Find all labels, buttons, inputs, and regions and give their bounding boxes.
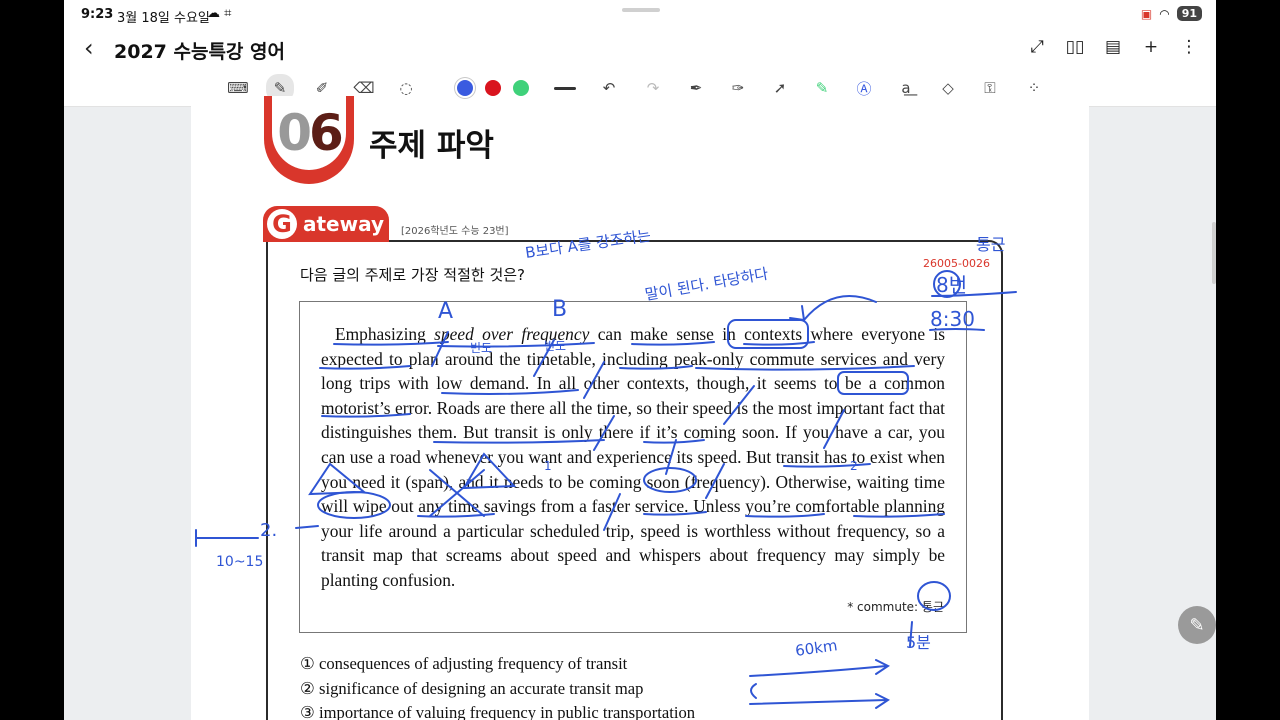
dashed-pen-icon[interactable]: ✑ bbox=[726, 76, 750, 100]
app-header: ‹ 2027 수능특강 영어 ⤢ ▯▯ ▤ + ⋮ bbox=[64, 30, 1216, 70]
book-view-icon[interactable]: ▯▯ bbox=[1066, 36, 1085, 58]
question-source: [2026학년도 수능 23번] bbox=[401, 226, 509, 237]
pen-settings-icon[interactable]: ✒ bbox=[684, 76, 708, 100]
wifi-icon: ◠ bbox=[1159, 6, 1170, 21]
status-right: ▣ ◠ 91 bbox=[1141, 6, 1202, 21]
page-settings-icon[interactable]: ▤ bbox=[1104, 36, 1122, 58]
status-bar: 9:23 3월 18일 수요일 ☁ ⌗ ▣ ◠ 91 bbox=[64, 0, 1216, 30]
multitask-grabber[interactable] bbox=[622, 8, 660, 12]
ipad-screen: 9:23 3월 18일 수요일 ☁ ⌗ ▣ ◠ 91 ‹ 2027 수능특강 영… bbox=[64, 0, 1216, 720]
passage-text: Emphasizing speed over frequency can mak… bbox=[321, 324, 945, 590]
document-title: 2027 수능특강 영어 bbox=[114, 41, 285, 63]
choice-2: ② significance of designing an accurate … bbox=[300, 678, 644, 698]
battery-badge: 91 bbox=[1176, 6, 1202, 21]
status-date: 3월 18일 수요일 bbox=[117, 11, 210, 26]
side-scroll-handle[interactable] bbox=[1212, 222, 1216, 284]
more-options-icon[interactable]: ⋮ bbox=[1180, 36, 1198, 58]
highlighter-green-icon[interactable]: ✎ bbox=[810, 76, 834, 100]
edit-pencil-icon[interactable]: ✎ bbox=[1178, 606, 1216, 644]
undo-icon[interactable]: ↶ bbox=[597, 76, 621, 100]
redo-icon[interactable]: ↷ bbox=[641, 76, 665, 100]
pen-color-blue[interactable] bbox=[457, 80, 473, 96]
question-prompt: 다음 글의 주제로 가장 적절한 것은? bbox=[300, 266, 526, 284]
footnote: * commute: 통근 bbox=[847, 600, 944, 614]
section-number: 06 bbox=[272, 96, 346, 170]
gateway-tab: G ateway bbox=[263, 206, 389, 242]
text-box-icon[interactable]: a͟ bbox=[894, 76, 918, 100]
pen-color-green[interactable] bbox=[513, 80, 529, 96]
drawing-toolbar: ⌨ ✎ ✐ ⌫ ◌ ↶ ↷ ✒ ✑ ➚ ✎ Ⓐ a͟ ◇ ⚿ ⁘ bbox=[64, 70, 1216, 107]
cloud-icon: ☁ ⌗ bbox=[207, 6, 232, 21]
text-style-icon[interactable]: Ⓐ bbox=[852, 76, 876, 100]
lock-icon[interactable]: ⚿ bbox=[978, 76, 1002, 100]
lasso-tool-icon[interactable]: ◌ bbox=[394, 76, 418, 100]
more-tools-icon[interactable]: ⁘ bbox=[1022, 76, 1046, 100]
gateway-letter: G bbox=[267, 209, 297, 239]
status-time: 9:23 bbox=[81, 7, 114, 22]
expand-icon[interactable]: ⤢ bbox=[1028, 36, 1046, 58]
section-number-badge: 06 bbox=[264, 96, 354, 184]
shapes-icon[interactable]: ◇ bbox=[936, 76, 960, 100]
header-actions: ⤢ ▯▯ ▤ + ⋮ bbox=[1028, 36, 1198, 58]
choice-1: ① consequences of adjusting frequency of… bbox=[300, 654, 628, 673]
pen-color-red[interactable] bbox=[485, 80, 501, 96]
add-page-icon[interactable]: + bbox=[1142, 36, 1160, 58]
screen-mirror-icon: ▣ bbox=[1140, 6, 1153, 21]
gateway-word: ateway bbox=[303, 212, 385, 236]
answer-choices: ① consequences of adjusting frequency of… bbox=[300, 652, 695, 720]
section-title: 주제 파악 bbox=[369, 128, 494, 164]
shape-pen-icon[interactable]: ➚ bbox=[768, 76, 792, 100]
question-code: 26005-0026 bbox=[923, 257, 990, 270]
stroke-width-icon[interactable] bbox=[554, 87, 576, 90]
eraser-tool-icon[interactable]: ⌫ bbox=[352, 76, 376, 100]
keyboard-icon[interactable]: ⌨ bbox=[226, 76, 250, 100]
back-chevron-icon[interactable]: ‹ bbox=[84, 34, 94, 62]
passage-box: Emphasizing speed over frequency can mak… bbox=[299, 301, 967, 633]
choice-3: ③ importance of valuing frequency in pub… bbox=[300, 703, 696, 720]
pdf-page: 06 주제 파악 G ateway [2026학년도 수능 23번] 26005… bbox=[191, 96, 1089, 720]
